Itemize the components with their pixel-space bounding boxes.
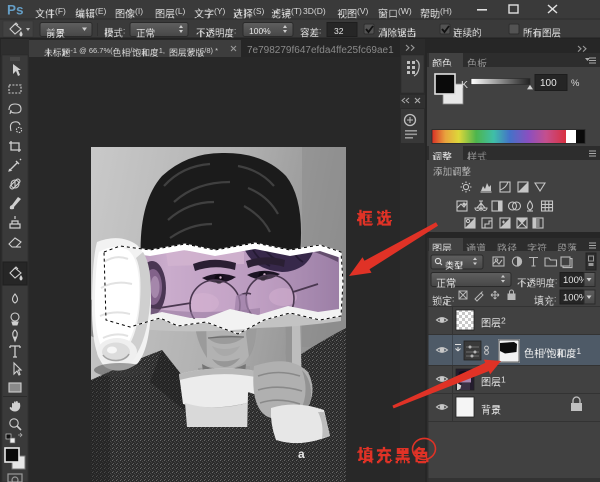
svg-text::: : xyxy=(123,26,125,35)
svg-text:1: 1 xyxy=(501,374,506,384)
svg-text:3D(D): 3D(D) xyxy=(303,6,326,16)
svg-text::: : xyxy=(452,293,454,303)
svg-text:(T): (T) xyxy=(291,6,302,16)
svg-text:100%: 100% xyxy=(249,26,271,36)
svg-text:Ps: Ps xyxy=(7,3,24,18)
svg-text:(V): (V) xyxy=(357,6,369,16)
svg-text:K: K xyxy=(461,79,468,91)
svg-text::: : xyxy=(319,26,321,35)
svg-text::: : xyxy=(555,276,557,285)
svg-text:1,: 1, xyxy=(159,46,165,55)
svg-text:%: % xyxy=(571,78,580,89)
svg-text:(F): (F) xyxy=(55,6,66,16)
svg-text::: : xyxy=(234,26,236,35)
svg-text:(I): (I) xyxy=(135,6,143,16)
svg-text:(Y): (Y) xyxy=(214,6,226,16)
svg-text:7e798279f647efda4ffe25fc69ae1: 7e798279f647efda4ffe25fc69ae1 xyxy=(247,45,394,56)
svg-text:(E): (E) xyxy=(95,6,107,16)
svg-text:2: 2 xyxy=(501,315,506,325)
svg-text:/8) *: /8) * xyxy=(204,46,218,55)
svg-text:(H): (H) xyxy=(440,6,452,16)
svg-text:32: 32 xyxy=(334,26,344,36)
svg-text:100: 100 xyxy=(540,78,557,89)
svg-text:(S): (S) xyxy=(253,6,265,16)
svg-text:a: a xyxy=(298,447,305,461)
svg-text:(L): (L) xyxy=(175,6,186,16)
svg-text:-1 @ 66.7%(: -1 @ 66.7%( xyxy=(70,46,113,55)
svg-text:1: 1 xyxy=(576,346,581,356)
svg-text:(W): (W) xyxy=(398,6,412,16)
svg-text::: : xyxy=(554,293,556,303)
